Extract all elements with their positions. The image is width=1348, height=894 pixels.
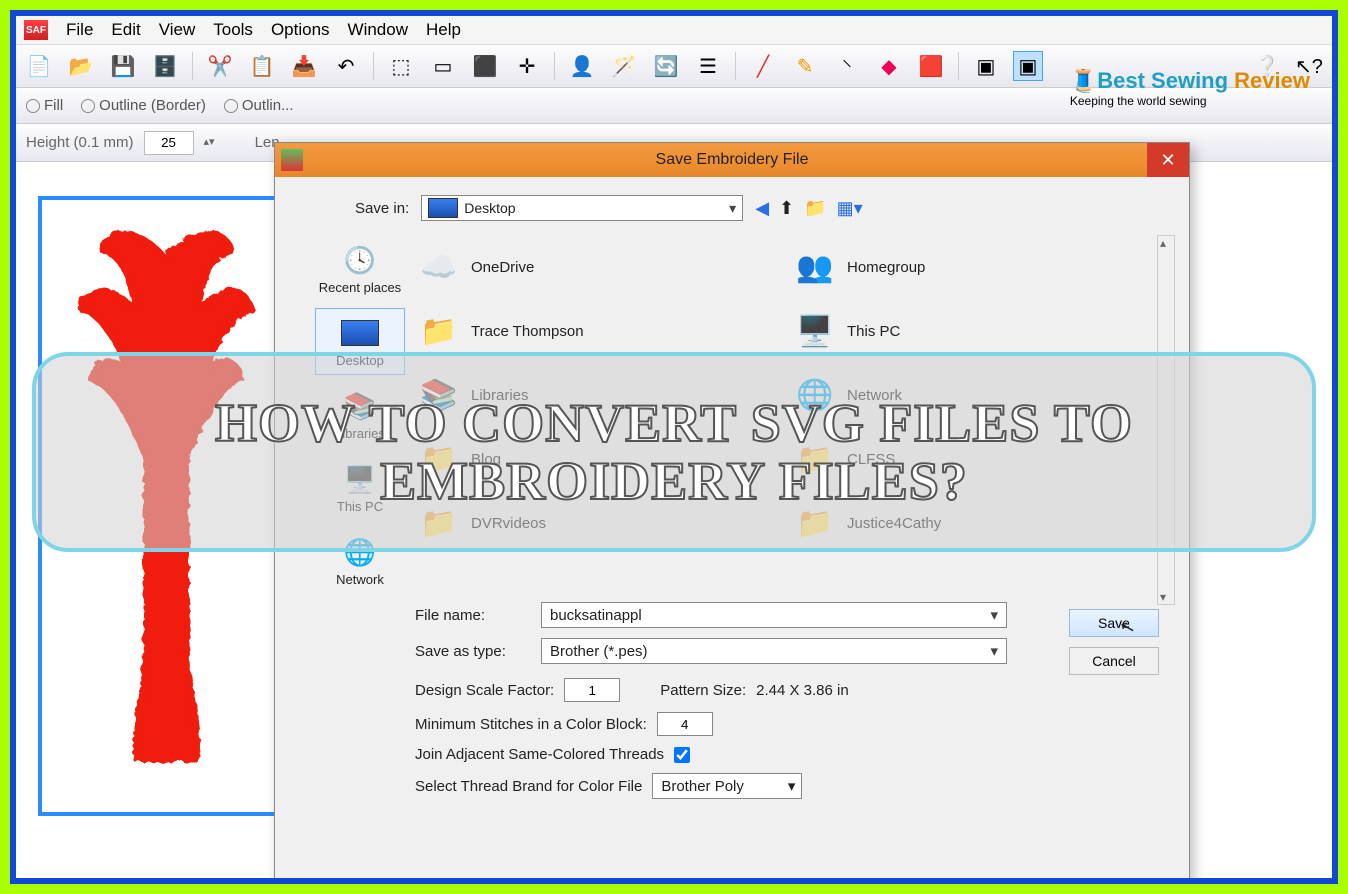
thread-label: Select Thread Brand for Color File <box>415 778 642 795</box>
place-recent[interactable]: 🕓Recent places <box>315 235 405 302</box>
colors-icon[interactable]: 🟥 <box>916 51 946 81</box>
cut-icon[interactable]: ✂️ <box>205 51 235 81</box>
menu-help[interactable]: Help <box>426 20 461 40</box>
cloud-icon: ☁️ <box>417 245 461 289</box>
pattern-label: Pattern Size: <box>660 682 746 699</box>
wand-icon[interactable]: 🪄 <box>609 51 639 81</box>
tool-icon[interactable]: ⬚ <box>386 51 416 81</box>
savein-combo[interactable]: Desktop <box>421 195 743 221</box>
pencil-icon[interactable]: ✎ <box>790 51 820 81</box>
close-button[interactable]: ✕ <box>1147 143 1189 177</box>
eraser-icon[interactable]: ◆ <box>874 51 904 81</box>
person-icon[interactable]: 👤 <box>567 51 597 81</box>
menubar: SAF File Edit View Tools Options Window … <box>16 16 1332 44</box>
menu-file[interactable]: File <box>66 20 93 40</box>
dialog-title-text: Save Embroidery File <box>656 151 809 169</box>
fill-radio[interactable]: Fill <box>26 97 63 114</box>
refresh-icon[interactable]: 🔄 <box>651 51 681 81</box>
saveas-icon[interactable]: 🗄️ <box>150 51 180 81</box>
overlay-text: HOW TO CONVERT SVG FILES TO EMBROIDERY F… <box>36 394 1312 511</box>
frame2-icon[interactable]: ▣ <box>1013 51 1043 81</box>
menu-view[interactable]: View <box>159 20 196 40</box>
desktop-icon <box>428 198 458 218</box>
thread-select[interactable]: Brother Poly <box>652 773 802 799</box>
new-icon[interactable]: 📄 <box>24 51 54 81</box>
dialog-titlebar: Save Embroidery File ✕ <box>275 143 1189 177</box>
list-icon[interactable]: ☰ <box>693 51 723 81</box>
scale-label: Design Scale Factor: <box>415 682 554 699</box>
outline-radio[interactable]: Outline (Border) <box>81 97 206 114</box>
title-overlay: HOW TO CONVERT SVG FILES TO EMBROIDERY F… <box>32 352 1316 552</box>
minstitch-input[interactable] <box>657 712 713 736</box>
join-label: Join Adjacent Same-Colored Threads <box>415 746 664 763</box>
separator <box>373 52 374 80</box>
outline2-radio[interactable]: Outlin... <box>224 97 294 114</box>
views-icon[interactable]: ▦▾ <box>837 198 863 219</box>
separator <box>554 52 555 80</box>
list-item[interactable]: 👥Homegroup <box>793 235 1149 299</box>
newfolder-icon[interactable]: 📁 <box>804 198 826 219</box>
join-checkbox[interactable] <box>674 747 690 763</box>
menu-tools[interactable]: Tools <box>213 20 253 40</box>
filename-label: File name: <box>415 607 525 624</box>
tool-icon[interactable]: ▭ <box>428 51 458 81</box>
app-icon: SAF <box>24 20 48 40</box>
separator <box>735 52 736 80</box>
copy-icon[interactable]: 📋 <box>247 51 277 81</box>
tool-icon[interactable]: ✛ <box>512 51 542 81</box>
height-input[interactable] <box>144 131 194 155</box>
brush-icon[interactable]: ╱ <box>748 51 778 81</box>
save-icon[interactable]: 💾 <box>108 51 138 81</box>
save-button[interactable]: Save <box>1069 609 1159 637</box>
minstitch-label: Minimum Stitches in a Color Block: <box>415 716 647 733</box>
scale-input[interactable] <box>564 678 620 702</box>
open-icon[interactable]: 📂 <box>66 51 96 81</box>
menu-options[interactable]: Options <box>271 20 330 40</box>
savetype-combo[interactable]: Brother (*.pes) <box>541 638 1007 664</box>
homegroup-icon: 👥 <box>793 245 837 289</box>
savetype-label: Save as type: <box>415 643 525 660</box>
undo-icon[interactable]: ↶ <box>331 51 361 81</box>
up-icon[interactable]: ⬆ <box>779 198 794 219</box>
brand-logo: 🧵Best Sewing Review Keeping the world se… <box>1070 68 1310 108</box>
menu-window[interactable]: Window <box>348 20 408 40</box>
tool-icon[interactable]: ⬛ <box>470 51 500 81</box>
userfolder-icon: 📁 <box>417 309 461 353</box>
paste-icon[interactable]: 📥 <box>289 51 319 81</box>
pc-icon: 🖥️ <box>793 309 837 353</box>
frame-icon[interactable]: ▣ <box>971 51 1001 81</box>
separator <box>958 52 959 80</box>
pattern-value: 2.44 X 3.86 in <box>756 682 849 699</box>
savein-label: Save in: <box>355 200 409 217</box>
filename-combo[interactable]: bucksatinappl <box>541 602 1007 628</box>
dialog-icon <box>281 149 303 171</box>
cancel-button[interactable]: Cancel <box>1069 647 1159 675</box>
brand-tagline: Keeping the world sewing <box>1070 94 1310 108</box>
pick-icon[interactable]: ⸌ <box>832 51 862 81</box>
list-item[interactable]: ☁️OneDrive <box>417 235 773 299</box>
back-icon[interactable]: ◀ <box>755 198 769 219</box>
menu-edit[interactable]: Edit <box>111 20 140 40</box>
height-label: Height (0.1 mm) <box>26 134 134 151</box>
separator <box>192 52 193 80</box>
